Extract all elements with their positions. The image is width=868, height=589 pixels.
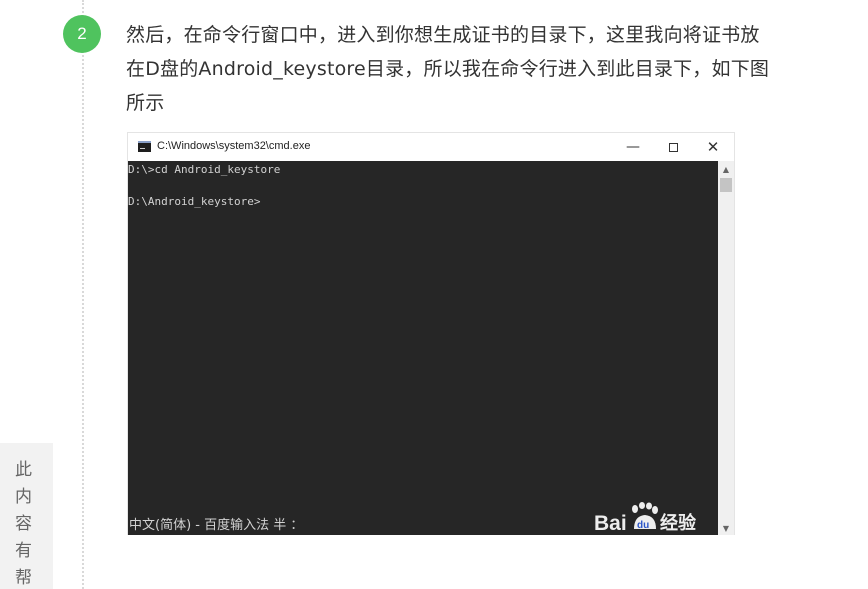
cmd-window-title: C:\Windows\system32\cmd.exe bbox=[157, 140, 311, 152]
close-icon: ✕ bbox=[706, 138, 720, 156]
step-timeline-rail bbox=[82, 0, 84, 589]
step-description: 然后，在命令行窗口中，进入到你想生成证书的目录下，这里我向将证书放在D盘的And… bbox=[126, 24, 770, 114]
scroll-thumb bbox=[720, 178, 732, 192]
scroll-down-icon: ▼ bbox=[722, 523, 730, 533]
console-line: D:\Android_keystore> bbox=[128, 195, 261, 208]
cmd-app-icon bbox=[138, 141, 151, 152]
watermark-domain: jingyan.baidu.com bbox=[594, 537, 683, 549]
baidu-jingyan-watermark: Bai du 经验 jingyan.baidu.com bbox=[594, 499, 706, 555]
console-line: D:\>cd Android_keystore bbox=[128, 163, 281, 176]
step-number-badge: 2 bbox=[63, 15, 101, 53]
minimize-icon: — bbox=[626, 139, 640, 155]
ime-status-bar: 中文(简体) - 百度输入法 半 ： bbox=[129, 518, 304, 533]
cmd-scrollbar: ▲ ▼ bbox=[718, 161, 734, 535]
cmd-screenshot: C:\Windows\system32\cmd.exe — ✕ D:\>cd A… bbox=[127, 132, 735, 549]
svg-text:Bai: Bai bbox=[594, 512, 627, 535]
feedback-helpful-tab[interactable]: 此内容有帮 bbox=[0, 443, 53, 589]
baidu-logo-icon: Bai du 经验 bbox=[594, 502, 697, 535]
svg-text:du: du bbox=[637, 520, 649, 531]
cmd-console: D:\>cd Android_keystore D:\Android_keyst… bbox=[128, 161, 718, 549]
scroll-up-icon: ▲ bbox=[722, 164, 730, 174]
cmd-titlebar: C:\Windows\system32\cmd.exe — ✕ bbox=[128, 133, 734, 161]
maximize-icon bbox=[662, 137, 684, 157]
svg-text:经验: 经验 bbox=[660, 512, 697, 534]
feedback-label: 此内容有帮 bbox=[15, 460, 32, 588]
